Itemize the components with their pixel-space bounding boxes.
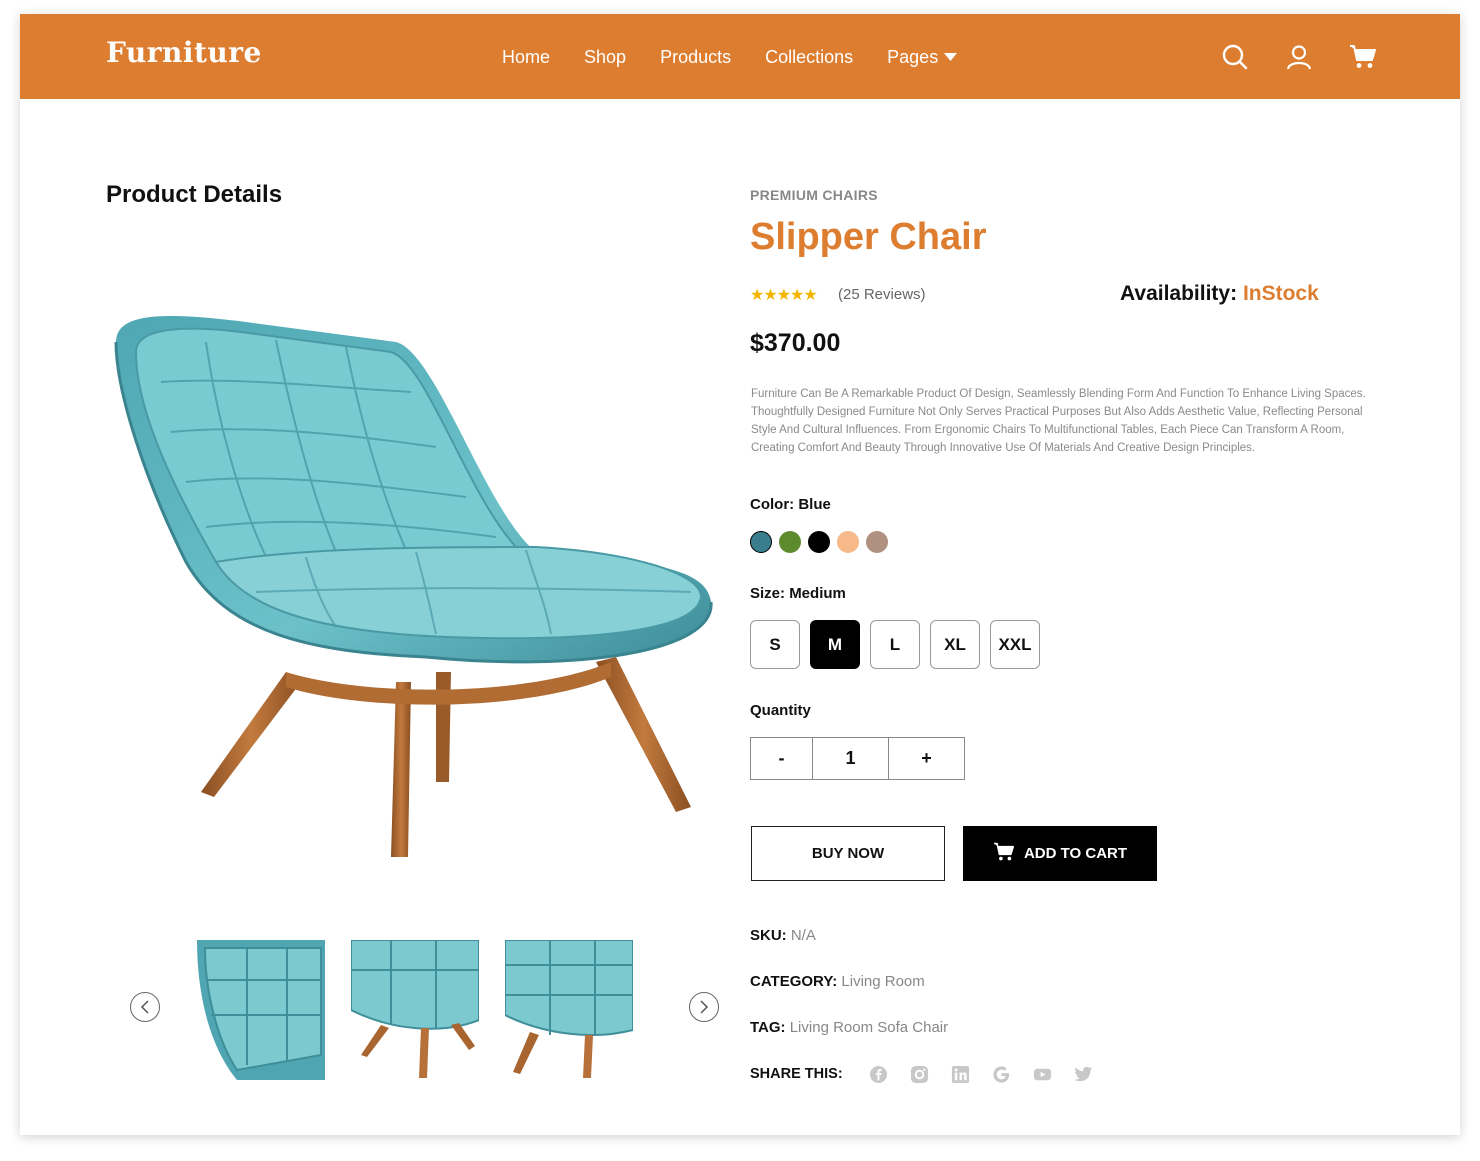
caret-down-icon xyxy=(944,51,958,65)
nav-products[interactable]: Products xyxy=(660,47,731,68)
color-swatches xyxy=(750,531,895,553)
quantity-label: Quantity xyxy=(750,702,811,719)
reviews-count[interactable]: (25 Reviews) xyxy=(838,286,926,303)
availability: Availability: InStock xyxy=(1120,282,1319,306)
logo[interactable]: Furniture xyxy=(106,36,262,69)
color-label: Color: Blue xyxy=(750,496,831,513)
nav-pages[interactable]: Pages xyxy=(887,47,958,68)
nav-shop[interactable]: Shop xyxy=(584,47,626,68)
nav-collections-label: Collections xyxy=(765,47,854,67)
product-description: Furniture Can Be A Remarkable Product Of… xyxy=(751,388,1366,454)
quantity-increase-button[interactable]: + xyxy=(889,738,964,779)
color-swatch-peach[interactable] xyxy=(837,531,859,553)
section-title: Product Details xyxy=(106,181,283,208)
size-option-m[interactable]: M xyxy=(810,620,860,669)
availability-value: InStock xyxy=(1242,282,1319,305)
thumbnail-carousel xyxy=(130,940,719,1100)
site-header: Furniture Home Shop Products Collections… xyxy=(20,14,1460,99)
cart-icon[interactable] xyxy=(1348,42,1378,72)
header-icons xyxy=(1220,42,1412,72)
product-price: $370.00 xyxy=(750,329,841,357)
nav-shop-label: Shop xyxy=(584,47,627,67)
tag-label: TAG: xyxy=(750,1019,786,1036)
twitter-icon[interactable] xyxy=(1074,1064,1094,1084)
page-frame: Furniture Home Shop Products Collections… xyxy=(20,14,1460,1135)
nav-home-label: Home xyxy=(502,47,551,67)
color-swatch-green[interactable] xyxy=(779,531,801,553)
size-label-text: Size: xyxy=(750,585,786,602)
add-to-cart-label: ADD TO CART xyxy=(1023,845,1128,862)
thumbnail-1[interactable] xyxy=(197,940,325,1080)
share-label: SHARE THIS: xyxy=(750,1066,843,1082)
sku: SKU: N/A xyxy=(750,927,816,944)
cart-icon xyxy=(993,842,1024,866)
google-icon[interactable] xyxy=(992,1064,1012,1084)
sku-label: SKU: xyxy=(750,927,787,944)
sku-value: N/A xyxy=(790,927,816,944)
add-to-cart-button[interactable]: ADD TO CART xyxy=(963,826,1157,881)
product-category-eyebrow[interactable]: PREMIUM CHAIRS xyxy=(750,187,878,203)
user-icon[interactable] xyxy=(1284,42,1314,72)
rating-stars-icon: ★★★★★ xyxy=(750,287,818,304)
share-row: SHARE THIS: xyxy=(750,1064,1115,1084)
color-swatch-taupe[interactable] xyxy=(866,531,888,553)
size-options: S M L XL XXL xyxy=(750,620,1050,669)
category-meta: CATEGORY: Living Room xyxy=(750,973,925,990)
availability-label: Availability: xyxy=(1120,282,1238,305)
quantity-value[interactable]: 1 xyxy=(813,738,889,779)
main-product-image xyxy=(106,312,716,872)
size-option-s[interactable]: S xyxy=(750,620,800,669)
size-value: Medium xyxy=(789,585,846,602)
search-icon[interactable] xyxy=(1220,42,1250,72)
category-meta-label: CATEGORY: xyxy=(750,973,838,990)
linkedin-icon[interactable] xyxy=(951,1064,971,1084)
category-meta-value[interactable]: Living Room xyxy=(841,973,924,990)
color-swatch-black[interactable] xyxy=(808,531,830,553)
product-title: Slipper Chair xyxy=(750,216,987,258)
color-swatch-blue[interactable] xyxy=(750,531,772,553)
size-label: Size: Medium xyxy=(750,585,846,602)
thumbnail-2[interactable] xyxy=(351,940,479,1080)
instagram-icon[interactable] xyxy=(910,1064,930,1084)
nav-pages-label: Pages xyxy=(887,47,939,67)
nav-home[interactable]: Home xyxy=(502,47,550,68)
facebook-icon[interactable] xyxy=(869,1064,889,1084)
prev-arrow-icon[interactable] xyxy=(130,992,160,1022)
tag-meta: TAG: Living Room Sofa Chair xyxy=(750,1019,948,1036)
size-option-xxl[interactable]: XXL xyxy=(990,620,1040,669)
main-nav: Home Shop Products Collections Pages xyxy=(502,47,991,68)
quantity-stepper: - 1 + xyxy=(750,737,965,780)
buy-now-button[interactable]: BUY NOW xyxy=(751,826,945,881)
quantity-decrease-button[interactable]: - xyxy=(751,738,813,779)
nav-collections[interactable]: Collections xyxy=(765,47,853,68)
size-option-xl[interactable]: XL xyxy=(930,620,980,669)
youtube-icon[interactable] xyxy=(1033,1064,1053,1084)
color-label-text: Color: xyxy=(750,496,795,513)
nav-products-label: Products xyxy=(660,47,732,67)
size-option-l[interactable]: L xyxy=(870,620,920,669)
color-value: Blue xyxy=(798,496,831,513)
tag-value[interactable]: Living Room Sofa Chair xyxy=(790,1019,948,1036)
buy-now-label: BUY NOW xyxy=(811,845,885,862)
next-arrow-icon[interactable] xyxy=(689,992,719,1022)
thumbnail-3[interactable] xyxy=(505,940,633,1080)
